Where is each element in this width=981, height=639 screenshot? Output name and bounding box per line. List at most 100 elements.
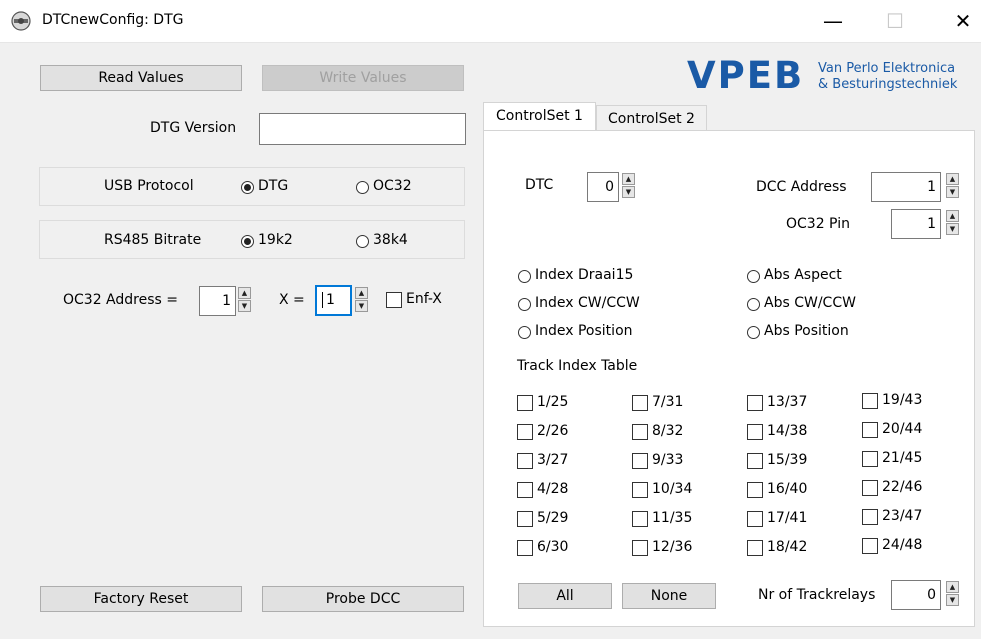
track-label: 11/35: [652, 510, 693, 526]
track-checkbox[interactable]: [747, 424, 763, 440]
track-checkbox[interactable]: [747, 540, 763, 556]
track-label: 24/48: [882, 537, 923, 553]
logo-subtitle-line1: Van Perlo Elektronica: [818, 61, 956, 76]
track-checkbox[interactable]: [862, 509, 878, 525]
nr-of-trackrelays-spinner[interactable]: 0: [891, 580, 941, 610]
track-label: 7/31: [652, 394, 684, 410]
track-index-table-label: Track Index Table: [517, 358, 638, 374]
enf-x-checkbox[interactable]: [386, 292, 402, 308]
usb-dtg-label: DTG: [258, 178, 289, 194]
spin-down-icon[interactable]: ▼: [622, 186, 635, 198]
mode-index-draai15-radio[interactable]: [518, 270, 531, 283]
track-label: 16/40: [767, 481, 808, 497]
track-checkbox[interactable]: [632, 453, 648, 469]
dtg-version-label: DTG Version: [150, 120, 237, 136]
spin-down-icon[interactable]: ▼: [946, 223, 959, 235]
track-checkbox[interactable]: [632, 540, 648, 556]
read-values-button[interactable]: Read Values: [40, 65, 242, 91]
track-label: 4/28: [537, 481, 569, 497]
oc32-address-label: OC32 Address =: [63, 292, 178, 308]
factory-reset-button[interactable]: Factory Reset: [40, 586, 242, 612]
track-checkbox[interactable]: [632, 424, 648, 440]
mode-index-position-radio[interactable]: [518, 326, 531, 339]
spin-down-icon[interactable]: ▼: [946, 594, 959, 606]
write-values-button: Write Values: [262, 65, 464, 91]
tab-controlset-1[interactable]: ControlSet 1: [483, 102, 596, 131]
track-checkbox[interactable]: [747, 453, 763, 469]
x-spinner[interactable]: 1: [315, 285, 352, 316]
track-checkbox[interactable]: [747, 482, 763, 498]
track-checkbox[interactable]: [862, 393, 878, 409]
dtg-version-field[interactable]: [259, 113, 466, 145]
track-label: 15/39: [767, 452, 808, 468]
mode-index-position-label: Index Position: [535, 323, 633, 339]
track-checkbox[interactable]: [747, 395, 763, 411]
oc32-address-spinner[interactable]: 1: [199, 286, 236, 316]
rs485-38k4-radio[interactable]: [356, 235, 369, 248]
x-label: X =: [279, 292, 305, 308]
all-button[interactable]: All: [518, 583, 612, 609]
track-checkbox[interactable]: [632, 511, 648, 527]
dcc-address-label: DCC Address: [756, 179, 847, 195]
track-label: 8/32: [652, 423, 684, 439]
mode-abs-position-label: Abs Position: [764, 323, 849, 339]
rs485-19k2-radio[interactable]: [241, 235, 254, 248]
track-checkbox[interactable]: [862, 422, 878, 438]
spin-up-icon[interactable]: ▲: [355, 287, 368, 299]
track-label: 1/25: [537, 394, 569, 410]
track-checkbox[interactable]: [632, 482, 648, 498]
mode-index-draai15-label: Index Draai15: [535, 267, 634, 283]
mode-abs-position-radio[interactable]: [747, 326, 760, 339]
oc32-pin-label: OC32 Pin: [786, 216, 850, 232]
mode-abs-cw-ccw-radio[interactable]: [747, 298, 760, 311]
usb-protocol-label: USB Protocol: [104, 178, 194, 194]
usb-oc32-label: OC32: [373, 178, 412, 194]
spin-up-icon[interactable]: ▲: [946, 581, 959, 593]
mode-index-cw-ccw-radio[interactable]: [518, 298, 531, 311]
track-checkbox[interactable]: [517, 395, 533, 411]
track-checkbox[interactable]: [862, 480, 878, 496]
mode-abs-cw-ccw-label: Abs CW/CCW: [764, 295, 856, 311]
track-checkbox[interactable]: [517, 540, 533, 556]
close-button[interactable]: ✕: [940, 8, 981, 34]
track-checkbox[interactable]: [517, 482, 533, 498]
dtc-label: DTC: [525, 177, 554, 193]
track-label: 21/45: [882, 450, 923, 466]
track-label: 13/37: [767, 394, 808, 410]
track-checkbox[interactable]: [517, 511, 533, 527]
oc32-pin-spinner[interactable]: 1: [891, 209, 941, 239]
track-label: 10/34: [652, 481, 693, 497]
spin-up-icon[interactable]: ▲: [622, 173, 635, 185]
tab-controlset-2[interactable]: ControlSet 2: [596, 105, 707, 131]
track-checkbox[interactable]: [747, 511, 763, 527]
probe-dcc-button[interactable]: Probe DCC: [262, 586, 464, 612]
nr-of-trackrelays-label: Nr of Trackrelays: [758, 587, 876, 603]
track-label: 12/36: [652, 539, 693, 555]
spin-down-icon[interactable]: ▼: [946, 186, 959, 198]
minimize-button[interactable]: —: [810, 8, 856, 34]
track-checkbox[interactable]: [862, 451, 878, 467]
dcc-address-spinner[interactable]: 1: [871, 172, 941, 202]
maximize-button: ☐: [886, 9, 904, 33]
mode-abs-aspect-radio[interactable]: [747, 270, 760, 283]
spin-up-icon[interactable]: ▲: [946, 210, 959, 222]
track-checkbox[interactable]: [862, 538, 878, 554]
track-label: 2/26: [537, 423, 569, 439]
spin-up-icon[interactable]: ▲: [238, 287, 251, 299]
spin-down-icon[interactable]: ▼: [238, 300, 251, 312]
none-button[interactable]: None: [622, 583, 716, 609]
dtc-spinner[interactable]: 0: [587, 172, 619, 202]
track-label: 5/29: [537, 510, 569, 526]
spin-up-icon[interactable]: ▲: [946, 173, 959, 185]
track-label: 19/43: [882, 392, 923, 408]
track-checkbox[interactable]: [517, 453, 533, 469]
rs485-19k2-label: 19k2: [258, 232, 293, 248]
usb-oc32-radio[interactable]: [356, 181, 369, 194]
track-checkbox[interactable]: [632, 395, 648, 411]
app-icon: [11, 11, 31, 31]
spin-down-icon[interactable]: ▼: [355, 300, 368, 312]
enf-x-label: Enf-X: [406, 291, 442, 307]
rs485-bitrate-label: RS485 Bitrate: [104, 232, 202, 248]
track-checkbox[interactable]: [517, 424, 533, 440]
usb-dtg-radio[interactable]: [241, 181, 254, 194]
